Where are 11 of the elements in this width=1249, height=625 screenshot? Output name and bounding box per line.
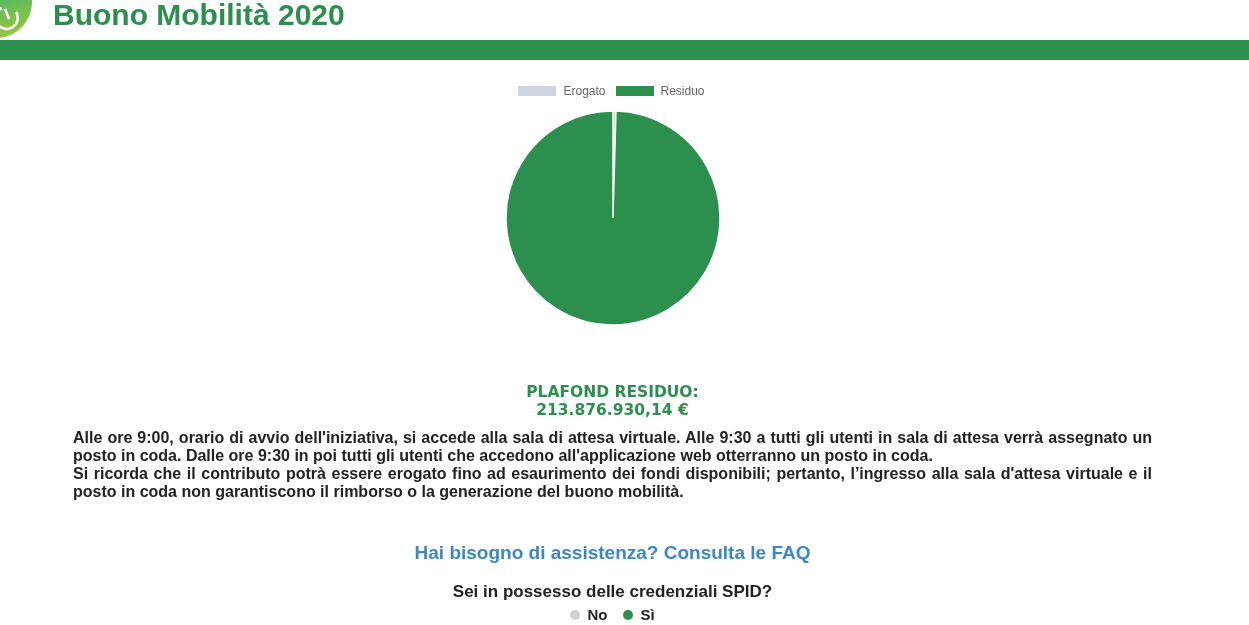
plafond-amount: 213.876.930,14 € bbox=[536, 401, 689, 419]
legend-label: Residuo bbox=[660, 84, 705, 98]
radio-option[interactable]: Sì bbox=[623, 606, 655, 623]
spid-question: Sei in possesso delle credenziali SPID? bbox=[452, 582, 773, 602]
legend-label: Erogato bbox=[563, 84, 606, 98]
notice-paragraph: Alle ore 9:00, orario di avvio dell'iniziativa, si accede alla sala di attesa virtuale. Alle 9:30 a tutti gli utenti in sala di attesa verrà assegnato un posto in coda. Dalle ore 9:30 in poi tutti gli utenti che accedono all'applicazione web otterranno un posto in coda. bbox=[73, 429, 1152, 465]
faq-link[interactable]: Hai bisogno di assistenza? Consulta le FAQ bbox=[414, 542, 811, 564]
page-title: Buono Mobilità 2020 bbox=[53, 0, 345, 30]
notice-paragraph: Si ricorda che il contributo potrà essere erogato fino ad esaurimento dei fondi disponibili; pertanto, l’ingresso alla sala d'attesa virtuale e il posto in coda non garantiscono il rimborso o la generazione del buono mobilità. bbox=[73, 465, 1152, 501]
radio-option[interactable]: No bbox=[570, 606, 608, 623]
plafond-label: PLAFOND RESIDUO: bbox=[526, 383, 699, 401]
